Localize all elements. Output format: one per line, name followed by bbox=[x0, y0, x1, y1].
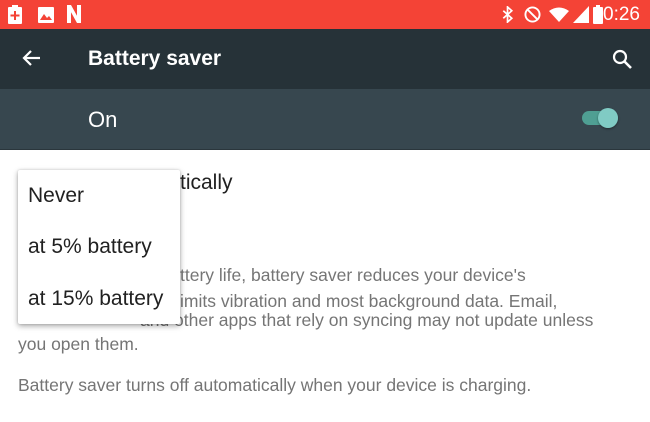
bluetooth-icon bbox=[502, 6, 514, 23]
description-line-4: you open them. bbox=[18, 334, 139, 354]
page-title: Battery saver bbox=[88, 47, 222, 70]
do-not-disturb-icon bbox=[524, 6, 541, 23]
charging-note: Battery saver turns off automatically wh… bbox=[18, 375, 532, 395]
description-line-1: ttery life, battery saver reduces your d… bbox=[180, 265, 526, 285]
battery-plus-icon bbox=[8, 5, 22, 24]
turn-on-automatically-title[interactable]: tically bbox=[180, 169, 233, 197]
menu-item-15-percent[interactable]: at 15% battery bbox=[28, 285, 163, 313]
clock-time: 10:26 bbox=[592, 4, 640, 25]
master-switch-label: On bbox=[88, 107, 118, 132]
status-bar: 10:26 bbox=[0, 0, 650, 29]
signal-icon bbox=[573, 6, 589, 23]
menu-item-5-percent[interactable]: at 5% battery bbox=[28, 233, 152, 261]
image-icon bbox=[38, 7, 54, 23]
wifi-icon bbox=[549, 7, 569, 22]
menu-item-never[interactable]: Never bbox=[28, 182, 84, 210]
netflix-icon bbox=[67, 5, 81, 23]
auto-turn-on-dropdown: Never at 5% battery at 15% battery bbox=[18, 170, 180, 324]
search-icon[interactable] bbox=[611, 48, 633, 70]
toggle-switch[interactable] bbox=[598, 108, 618, 128]
arrow-left-icon[interactable] bbox=[22, 48, 42, 68]
description-line-3: and other apps that rely on syncing may … bbox=[140, 310, 594, 330]
